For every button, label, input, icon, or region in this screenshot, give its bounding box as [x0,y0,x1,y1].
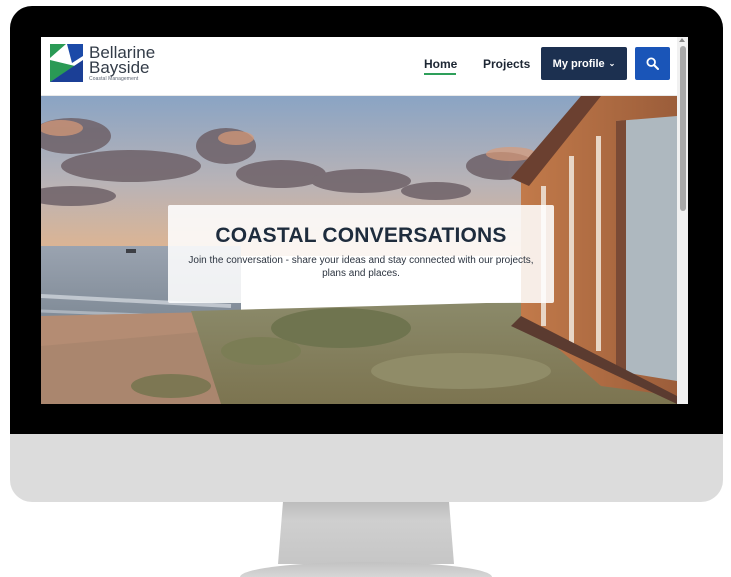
nav-link-projects[interactable]: Projects [483,57,530,71]
hero-section: COASTAL CONVERSATIONS Join the conversat… [41,96,677,404]
site-header: Bellarine Bayside Coastal Management Hom… [41,37,677,96]
chevron-down-icon: ⌄ [608,59,616,68]
my-profile-button[interactable]: My profile ⌄ [541,47,627,80]
brand-name-line2: Bayside [89,58,150,77]
search-icon [646,57,659,70]
nav-link-home[interactable]: Home [424,57,457,74]
monitor-chin [10,424,723,502]
brand-logo-icon[interactable] [50,44,83,82]
monitor-screen: Bellarine Bayside Coastal Management Hom… [41,37,688,404]
scrollbar-thumb[interactable] [680,46,686,211]
hero-banner: COASTAL CONVERSATIONS Join the conversat… [168,205,554,303]
scroll-up-arrow-icon[interactable] [679,38,685,42]
nav-active-indicator [424,73,456,75]
hero-title: COASTAL CONVERSATIONS [215,224,507,247]
search-button[interactable] [635,47,670,80]
monitor-stand-neck [278,498,454,564]
hero-subtitle: Join the conversation - share your ideas… [188,255,534,279]
page-scrollbar[interactable] [677,37,688,404]
brand-tagline: Coastal Management [89,76,139,82]
my-profile-label: My profile [552,57,605,70]
monitor-stand-base [240,562,492,577]
